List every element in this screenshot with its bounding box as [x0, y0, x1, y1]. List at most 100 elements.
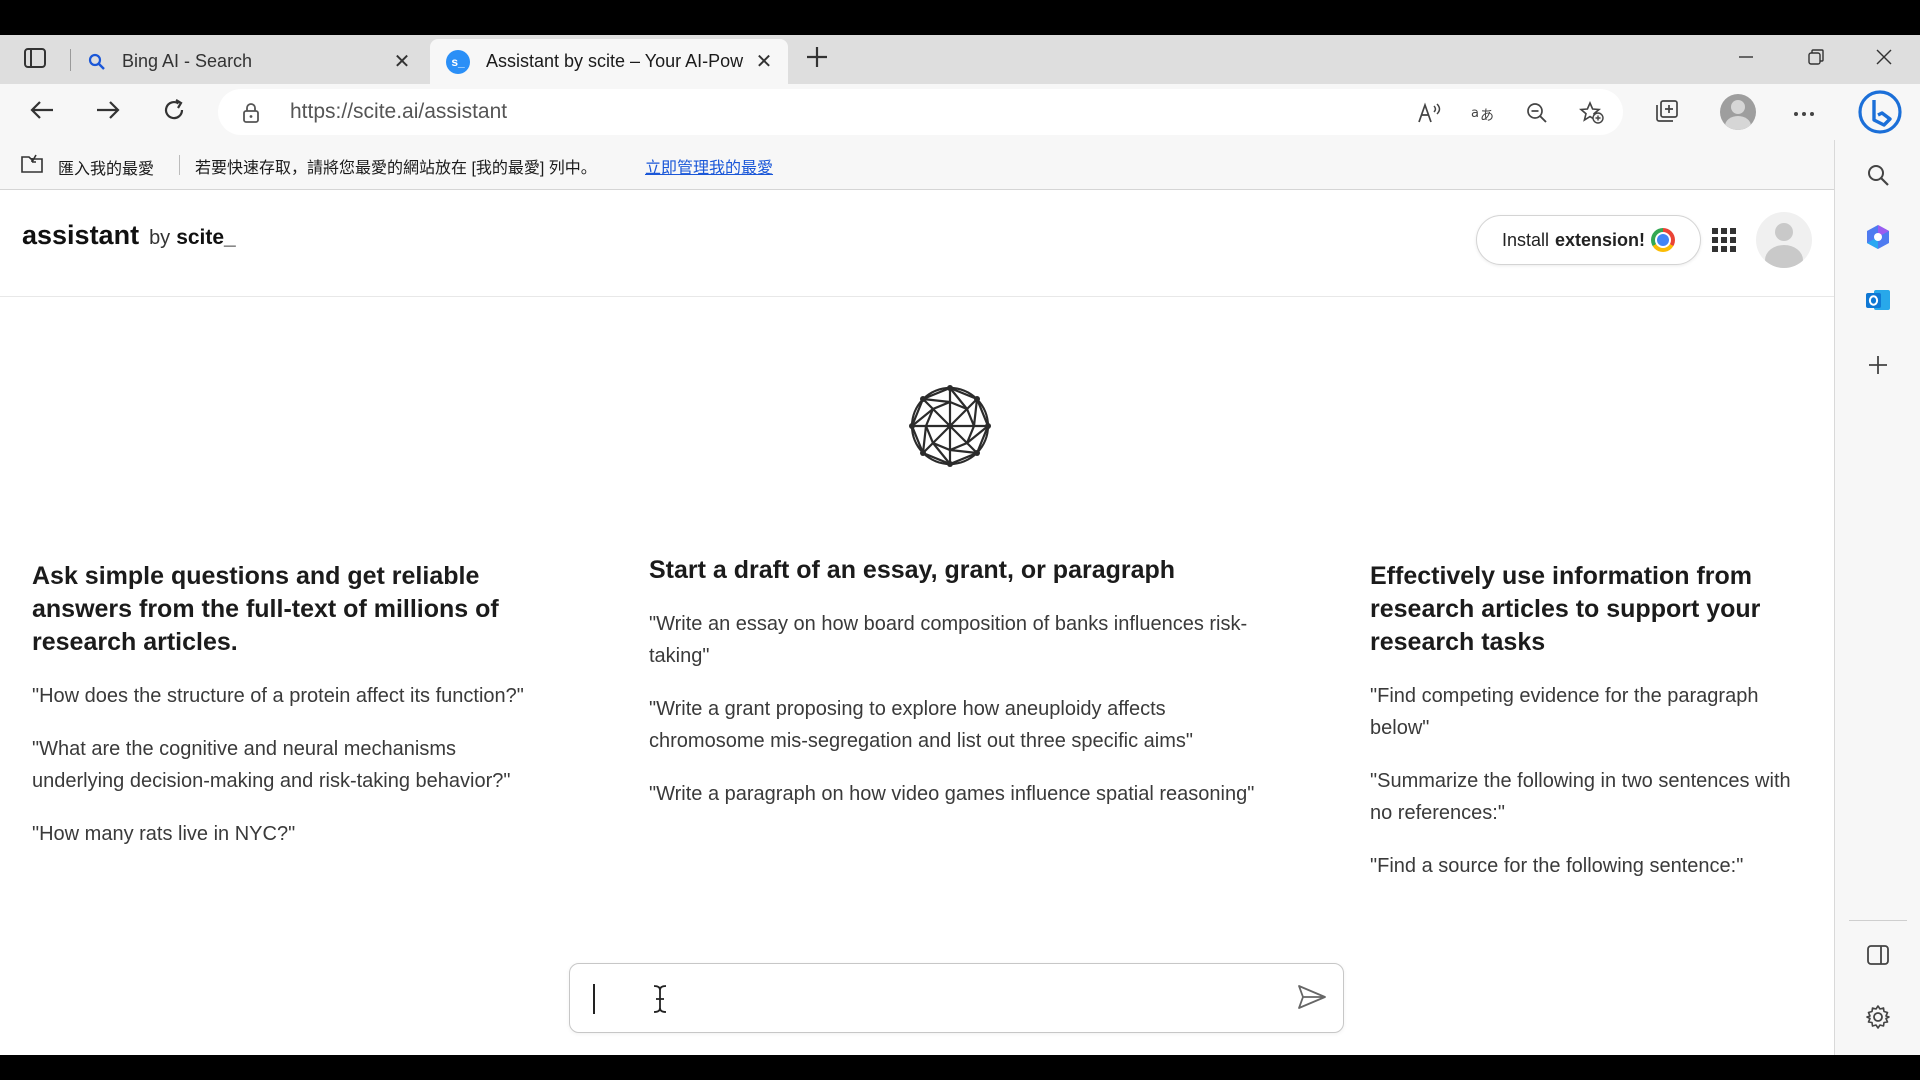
arrow-right-icon [95, 99, 121, 126]
url-text[interactable]: https://scite.ai/assistant [290, 100, 507, 124]
favorites-divider [179, 155, 180, 175]
favorites-hint-text: 若要快速存取，請將您最愛的網站放在 [我的最愛] 列中。 [195, 160, 597, 177]
close-icon [1876, 48, 1892, 71]
column-title: Effectively use information from researc… [1370, 562, 1761, 656]
example-prompt[interactable]: "Summarize the following in two sentence… [1370, 765, 1810, 829]
web-page: assistant by scite_ Install extension! A… [0, 190, 1834, 1055]
restore-button[interactable] [1796, 41, 1836, 77]
user-avatar[interactable] [1756, 212, 1812, 268]
arrow-left-icon [29, 99, 55, 126]
favorites-bar: 匯入我的最愛 若要快速存取，請將您最愛的網站放在 [我的最愛] 列中。 立即管理… [0, 140, 1834, 190]
new-tab-button[interactable] [800, 43, 834, 77]
assistant-brain-logo-icon [906, 382, 994, 470]
svg-text:あ: あ [1480, 108, 1494, 124]
bing-copilot-icon [1857, 89, 1903, 140]
copilot-hexagon-icon [1864, 223, 1892, 256]
refresh-button[interactable] [156, 94, 192, 130]
tab-strip: Bing AI - Search ✕ s_ Assistant by scite… [0, 35, 1920, 84]
more-horizontal-icon [1793, 104, 1815, 122]
forward-button[interactable] [90, 94, 126, 130]
tab-actions-button[interactable] [18, 47, 52, 73]
column-title: Ask simple questions and get reliable an… [32, 562, 499, 656]
brand-logo[interactable]: assistant by scite_ [22, 220, 236, 251]
collections-button[interactable] [1650, 96, 1684, 130]
chat-input[interactable] [590, 978, 1250, 1018]
example-prompt[interactable]: "Write a paragraph on how video games in… [649, 778, 1279, 810]
restore-icon [1808, 48, 1824, 71]
hide-sidebar-button[interactable] [1863, 942, 1893, 972]
svg-text:a: a [1471, 106, 1479, 121]
outlook-icon [1864, 287, 1892, 318]
apps-grid-icon[interactable] [1712, 228, 1736, 252]
import-favorites-label: 匯入我的最愛 [58, 160, 155, 178]
example-prompt[interactable]: "Find a source for the following sentenc… [1370, 850, 1810, 882]
install-extension-button[interactable]: Install extension! [1476, 215, 1701, 265]
example-prompt[interactable]: "Find competing evidence for the paragra… [1370, 680, 1810, 744]
lock-icon[interactable] [242, 102, 260, 129]
sidebar-outlook-button[interactable] [1863, 287, 1893, 317]
column-draft: Start a draft of an essay, grant, or par… [649, 554, 1279, 810]
example-prompt[interactable]: "What are the cognitive and neural mecha… [32, 733, 542, 797]
tab-bing-search[interactable]: Bing AI - Search ✕ [86, 39, 426, 84]
import-favorites-icon [20, 153, 46, 180]
search-icon [86, 53, 108, 71]
screen-bottom-bar [0, 1055, 1920, 1080]
brand-name: assistant [22, 220, 140, 250]
browser-window: Bing AI - Search ✕ s_ Assistant by scite… [0, 0, 1920, 1080]
import-favorites-button[interactable]: 匯入我的最愛 [20, 153, 154, 180]
sidebar-panel-icon [1866, 944, 1890, 971]
back-button[interactable] [24, 94, 60, 130]
column-title: Start a draft of an essay, grant, or par… [649, 556, 1176, 584]
plus-icon [1867, 354, 1889, 381]
tab-title: Bing AI - Search [122, 51, 253, 71]
search-icon [1866, 163, 1890, 192]
tab-separator [70, 49, 71, 71]
plus-icon [805, 43, 829, 77]
sidebar-divider [1849, 920, 1907, 921]
manage-favorites-link[interactable]: 立即管理我的最愛 [645, 154, 773, 178]
tab-title: Assistant by scite – Your AI-Powe [486, 51, 744, 71]
refresh-icon [161, 97, 187, 128]
read-aloud-icon[interactable] [1416, 100, 1442, 126]
sidebar-settings-button[interactable] [1863, 1004, 1893, 1034]
sidebar-add-button[interactable] [1863, 352, 1893, 382]
brand-company: scite_ [176, 226, 236, 249]
address-bar[interactable]: https://scite.ai/assistant aあ [218, 89, 1623, 135]
minimize-icon [1738, 48, 1754, 71]
close-icon[interactable]: ✕ [754, 51, 774, 73]
zoom-out-icon[interactable] [1524, 100, 1550, 126]
minimize-button[interactable] [1726, 41, 1766, 77]
tab-scite-assistant[interactable]: s_ Assistant by scite – Your AI-Powe ✕ [430, 39, 788, 84]
chat-input-box[interactable] [569, 963, 1344, 1033]
brand-by: by [149, 227, 171, 249]
column-research-tasks: Effectively use information from researc… [1370, 560, 1810, 882]
text-caret [593, 984, 595, 1014]
gear-icon [1865, 1004, 1891, 1035]
sidebar-copilot-button[interactable] [1863, 224, 1893, 254]
bing-copilot-button[interactable] [1856, 89, 1904, 140]
tab-actions-icon [23, 47, 47, 74]
settings-more-button[interactable] [1787, 96, 1821, 130]
example-prompt[interactable]: "Write a grant proposing to explore how … [649, 693, 1279, 757]
install-label-bold: extension! [1555, 229, 1646, 250]
browser-toolbar: https://scite.ai/assistant aあ [0, 84, 1920, 140]
column-ask-questions: Ask simple questions and get reliable an… [32, 560, 542, 850]
edge-sidebar [1834, 140, 1920, 1055]
send-icon [1297, 984, 1327, 1015]
scite-favicon-icon: s_ [446, 49, 470, 74]
chrome-icon [1651, 228, 1676, 252]
add-favorite-icon[interactable] [1579, 100, 1605, 126]
collections-icon [1654, 98, 1680, 129]
profile-avatar[interactable] [1720, 94, 1756, 130]
send-button[interactable] [1295, 984, 1329, 1014]
install-label: Install [1501, 229, 1549, 250]
close-icon[interactable]: ✕ [392, 51, 412, 73]
example-prompt[interactable]: "How does the structure of a protein aff… [32, 680, 542, 712]
i-beam-cursor-icon [650, 984, 670, 1014]
example-prompt[interactable]: "How many rats live in NYC?" [32, 818, 542, 850]
sidebar-search-button[interactable] [1863, 162, 1893, 192]
example-prompt[interactable]: "Write an essay on how board composition… [649, 608, 1279, 672]
site-header: assistant by scite_ Install extension! [0, 190, 1834, 297]
translate-icon[interactable]: aあ [1470, 100, 1496, 126]
window-close-button[interactable] [1864, 41, 1904, 77]
